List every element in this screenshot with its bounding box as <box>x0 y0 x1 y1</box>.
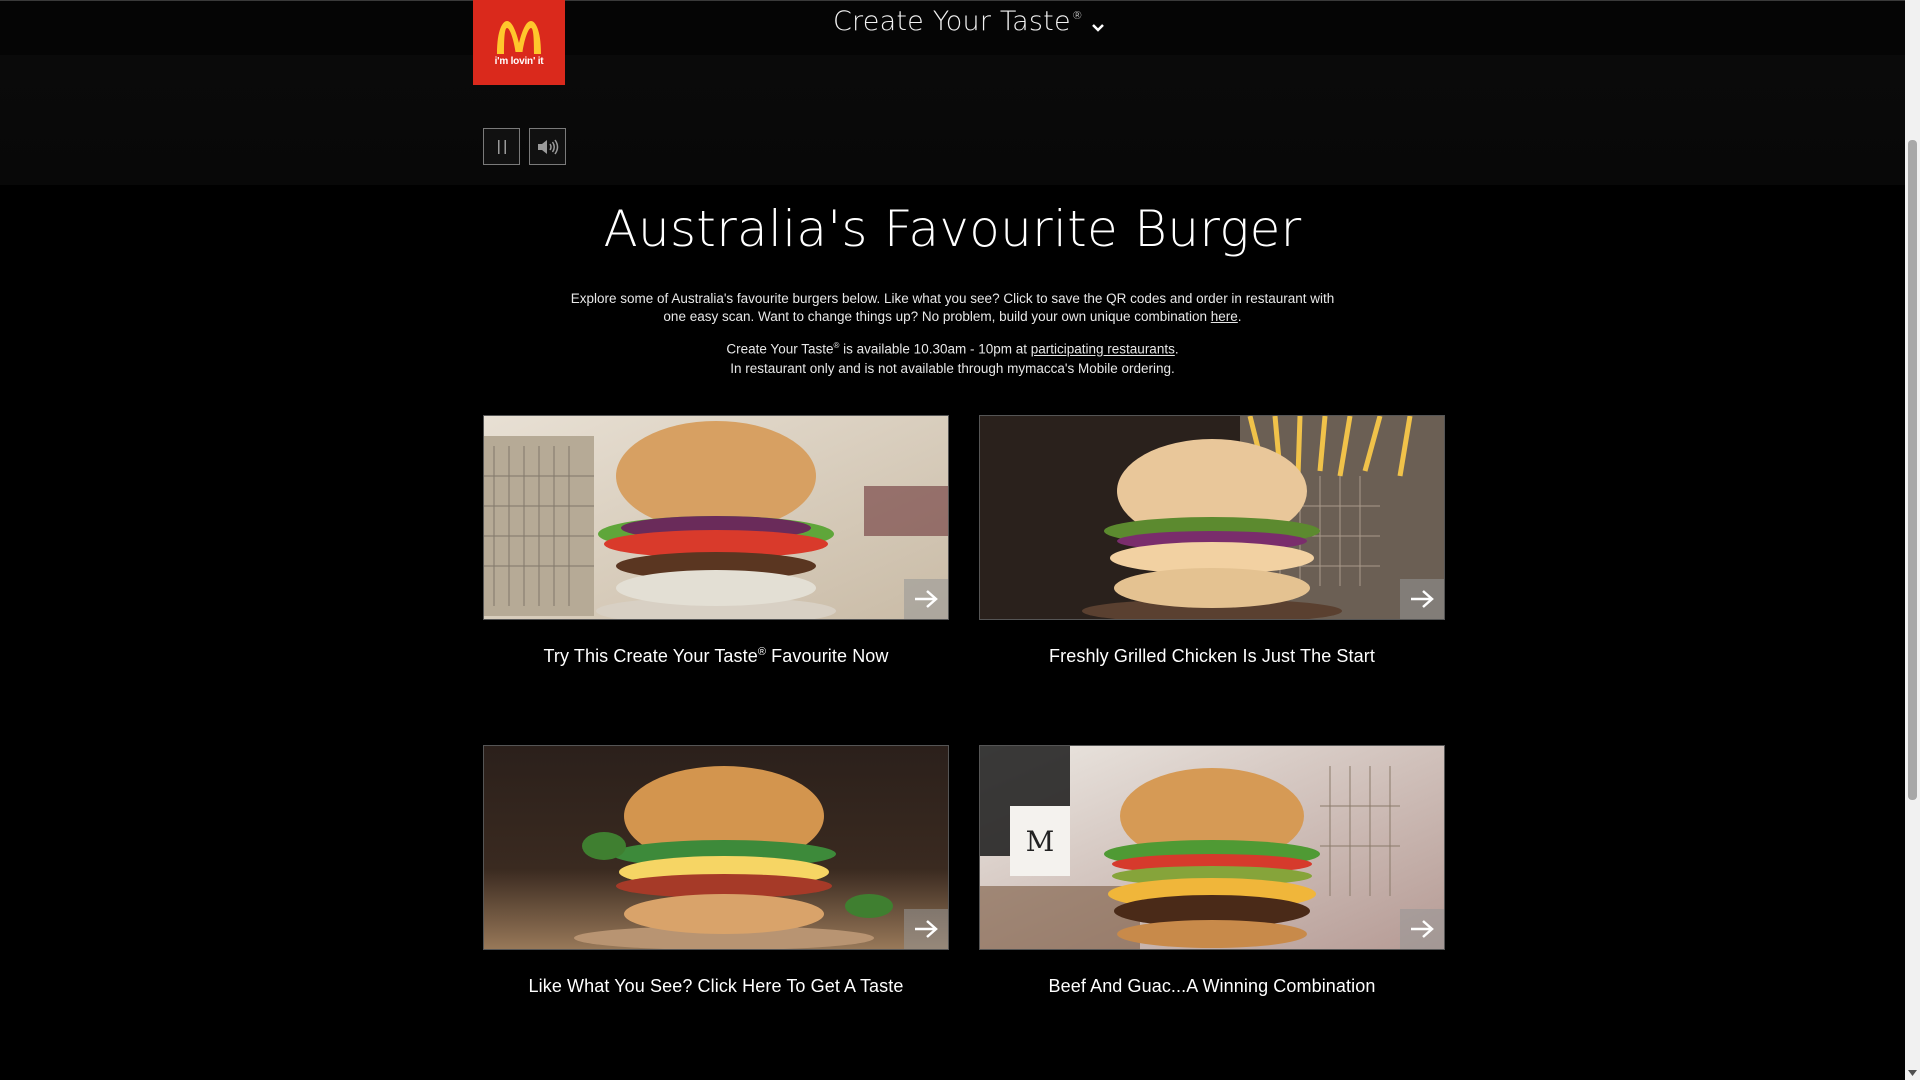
burger-card[interactable]: M Beef And Guac...A Winning Combination <box>979 745 1445 997</box>
cup-logo: M <box>1026 825 1055 858</box>
burger-card[interactable]: Freshly Grilled Chicken Is Just The Star… <box>979 415 1445 667</box>
burger-photo <box>484 416 948 619</box>
burger-card[interactable]: Try This Create Your Taste® Favourite No… <box>483 415 949 667</box>
arrow-right-icon <box>1411 590 1434 608</box>
pause-icon <box>497 139 506 154</box>
arrow-right-icon <box>915 920 938 938</box>
card-title[interactable]: Beef And Guac...A Winning Combination <box>979 976 1445 997</box>
registered-mark: ® <box>1071 9 1083 22</box>
burger-card[interactable]: Like What You See? Click Here To Get A T… <box>483 745 949 997</box>
vertical-scrollbar[interactable] <box>1905 0 1920 1080</box>
avail-prefix: Create Your Taste <box>726 341 834 357</box>
pause-button[interactable] <box>483 128 520 165</box>
intro-paragraph: Explore some of Australia's favourite bu… <box>570 290 1335 326</box>
card-title-text: Try This Create Your Taste <box>543 646 758 666</box>
speaker-icon <box>537 139 558 154</box>
availability-note: Create Your Taste® is available 10.30am … <box>570 336 1335 378</box>
avail-line2: In restaurant only and is not available … <box>730 360 1175 376</box>
burger-photo <box>484 746 948 949</box>
burger-photo <box>980 416 1444 619</box>
arrow-right-icon <box>915 590 938 608</box>
scroll-down-arrow-icon[interactable] <box>1907 1068 1918 1078</box>
build-your-own-link[interactable]: here <box>1211 309 1238 324</box>
scrollbar-thumb[interactable] <box>1908 140 1917 800</box>
burger-image[interactable] <box>483 415 949 620</box>
mcdonalds-logo[interactable]: i'm lovin' it <box>473 0 565 85</box>
create-your-taste-menu[interactable]: Create Your Taste ® <box>833 6 1105 37</box>
registered-mark: ® <box>757 646 767 658</box>
golden-arches-icon <box>497 20 541 54</box>
participating-restaurants-link[interactable]: participating restaurants <box>1031 342 1175 357</box>
intro-end: . <box>1237 309 1242 324</box>
page: i'm lovin' it Create Your Taste ® Austra… <box>0 0 1920 1080</box>
card-title[interactable]: Try This Create Your Taste® Favourite No… <box>483 646 949 667</box>
video-banner <box>0 55 1905 185</box>
page-title: Australia's Favourite Burger <box>603 200 1302 258</box>
burger-image[interactable]: M <box>979 745 1445 950</box>
sound-button[interactable] <box>529 128 566 165</box>
card-title-text: Favourite Now <box>766 646 889 666</box>
burger-photo: M <box>980 746 1444 949</box>
card-title[interactable]: Like What You See? Click Here To Get A T… <box>483 976 949 997</box>
burger-image[interactable] <box>979 415 1445 620</box>
chevron-down-icon <box>1092 24 1104 32</box>
card-title[interactable]: Freshly Grilled Chicken Is Just The Star… <box>979 646 1445 667</box>
nav-title-text: Create Your Taste <box>833 6 1071 37</box>
avail-end: . <box>1174 341 1179 357</box>
logo-tagline: i'm lovin' it <box>494 55 544 67</box>
card-arrow-button[interactable] <box>1400 579 1444 619</box>
card-arrow-button[interactable] <box>904 579 948 619</box>
card-arrow-button[interactable] <box>904 909 948 949</box>
arrow-right-icon <box>1411 920 1434 938</box>
avail-middle: is available 10.30am - 10pm at <box>839 341 1031 357</box>
burger-image[interactable] <box>483 745 949 950</box>
card-arrow-button[interactable] <box>1400 909 1444 949</box>
